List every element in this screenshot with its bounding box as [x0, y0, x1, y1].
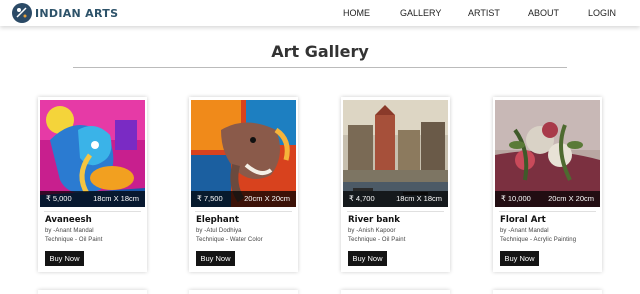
card-title: River bank — [348, 215, 401, 225]
art-card — [341, 290, 450, 294]
page-title: Art Gallery — [271, 42, 369, 61]
art-card: ₹ 7,500 20cm X 20cm Elephant by -Atul Do… — [189, 97, 298, 272]
card-title: Elephant — [196, 215, 239, 225]
ganesha-painting[interactable]: ₹ 5,000 18cm X 18cm — [40, 100, 145, 207]
art-card: ₹ 5,000 18cm X 18cm Avaneesh by -Anant M… — [38, 97, 147, 272]
card-artist: by -Atul Dodhiya — [196, 228, 242, 234]
buy-now-button[interactable]: Buy Now — [45, 251, 84, 266]
nav-gallery[interactable]: GALLERY — [400, 8, 441, 18]
card-divider — [44, 211, 141, 212]
card-title: Floral Art — [500, 215, 546, 225]
nav-about[interactable]: ABOUT — [528, 8, 559, 18]
size-tag: 18cm X 18cm — [396, 194, 442, 203]
card-technique: Technique - Oil Paint — [348, 237, 406, 243]
nav-login[interactable]: LOGIN — [588, 8, 616, 18]
card-title: Avaneesh — [45, 215, 92, 225]
price-tag: ₹ 7,500 — [197, 194, 223, 203]
card-divider — [499, 211, 596, 212]
price-bar: ₹ 5,000 18cm X 18cm — [40, 191, 145, 207]
card-technique: Technique - Oil Paint — [45, 237, 103, 243]
card-technique: Technique - Water Color — [196, 237, 263, 243]
price-bar: ₹ 4,700 18cm X 18cm — [343, 191, 448, 207]
buy-now-button[interactable]: Buy Now — [500, 251, 539, 266]
nav-home[interactable]: HOME — [343, 8, 370, 18]
price-tag: ₹ 5,000 — [46, 194, 72, 203]
art-card — [493, 290, 602, 294]
river-bank-painting[interactable]: ₹ 4,700 18cm X 18cm — [343, 100, 448, 207]
navbar: INDIAN ARTS HOME GALLERY ARTIST ABOUT LO… — [0, 0, 640, 26]
card-divider — [347, 211, 444, 212]
price-tag: ₹ 4,700 — [349, 194, 375, 203]
title-divider — [73, 67, 567, 68]
price-bar: ₹ 10,000 20cm X 20cm — [495, 191, 600, 207]
price-bar: ₹ 7,500 20cm X 20cm — [191, 191, 296, 207]
card-technique: Technique - Acrylic Painting — [500, 237, 577, 243]
size-tag: 20cm X 20cm — [244, 194, 290, 203]
buy-now-button[interactable]: Buy Now — [196, 251, 235, 266]
card-artist: by -Anant Mandal — [45, 228, 94, 234]
card-artist: by -Anish Kapoor — [348, 228, 396, 234]
buy-now-button[interactable]: Buy Now — [348, 251, 387, 266]
elephant-painting[interactable]: ₹ 7,500 20cm X 20cm — [191, 100, 296, 207]
card-artist: by -Anant Mandal — [500, 228, 549, 234]
size-tag: 20cm X 20cm — [548, 194, 594, 203]
art-card — [189, 290, 298, 294]
price-tag: ₹ 10,000 — [501, 194, 531, 203]
size-tag: 18cm X 18cm — [93, 194, 139, 203]
art-card: ₹ 10,000 20cm X 20cm Floral Art by -Anan… — [493, 97, 602, 272]
floral-painting[interactable]: ₹ 10,000 20cm X 20cm — [495, 100, 600, 207]
card-divider — [195, 211, 292, 212]
nav-links: HOME GALLERY ARTIST ABOUT LOGIN — [0, 8, 640, 20]
art-card: ₹ 4,700 18cm X 18cm River bank by -Anish… — [341, 97, 450, 272]
nav-artist[interactable]: ARTIST — [468, 8, 500, 18]
art-card — [38, 290, 147, 294]
